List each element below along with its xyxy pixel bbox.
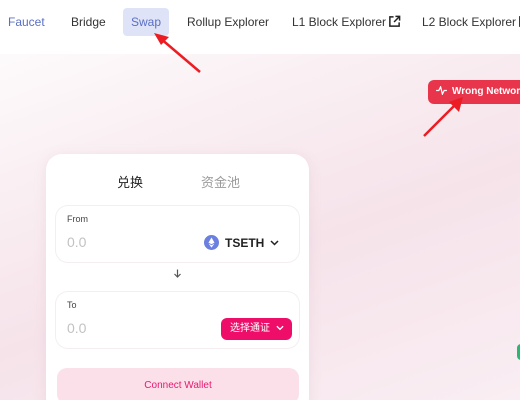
chevron-down-icon <box>270 240 279 246</box>
external-link-icon <box>389 15 401 28</box>
nav-swap[interactable]: Swap <box>123 8 169 36</box>
ethereum-icon <box>204 235 219 251</box>
arrow-down-icon[interactable] <box>173 269 182 278</box>
from-amount-input[interactable]: 0.0 <box>67 234 86 250</box>
from-token-select[interactable]: TSETH <box>204 233 279 253</box>
nav-faucet[interactable]: Faucet <box>8 8 45 36</box>
wrong-network-label: Wrong Network <box>452 86 520 97</box>
nav-l2-block-explorer[interactable]: L2 Block Explorer <box>422 8 520 36</box>
connect-wallet-button[interactable]: Connect Wallet <box>57 368 299 400</box>
nav-l1-block-explorer[interactable]: L1 Block Explorer <box>292 8 401 36</box>
nav-l2-label: L2 Block Explorer <box>422 15 517 29</box>
chevron-down-icon <box>276 325 284 331</box>
from-label: From <box>67 214 88 224</box>
nav-l1-label: L1 Block Explorer <box>292 15 387 29</box>
select-token-label: 选择通证 <box>230 323 270 334</box>
nav-rollup-explorer[interactable]: Rollup Explorer <box>187 8 269 36</box>
select-token-button[interactable]: 选择通证 <box>221 318 292 340</box>
tab-pool[interactable]: 资金池 <box>201 172 240 191</box>
wrong-network-button[interactable]: Wrong Network <box>428 80 520 104</box>
pulse-icon <box>436 85 447 95</box>
swap-card: 兑换 资金池 From 0.0 TSETH To 0.0 选择通证 Connec… <box>46 154 309 400</box>
from-token-label: TSETH <box>225 236 265 250</box>
tab-swap[interactable]: 兑换 <box>117 172 143 191</box>
from-field: From 0.0 TSETH <box>56 206 299 262</box>
to-field: To 0.0 选择通证 <box>56 292 299 348</box>
to-amount-input[interactable]: 0.0 <box>67 320 86 336</box>
top-navigation: Faucet Bridge Swap Rollup Explorer L1 Bl… <box>0 0 520 54</box>
nav-bridge[interactable]: Bridge <box>71 8 106 36</box>
to-label: To <box>67 300 77 310</box>
